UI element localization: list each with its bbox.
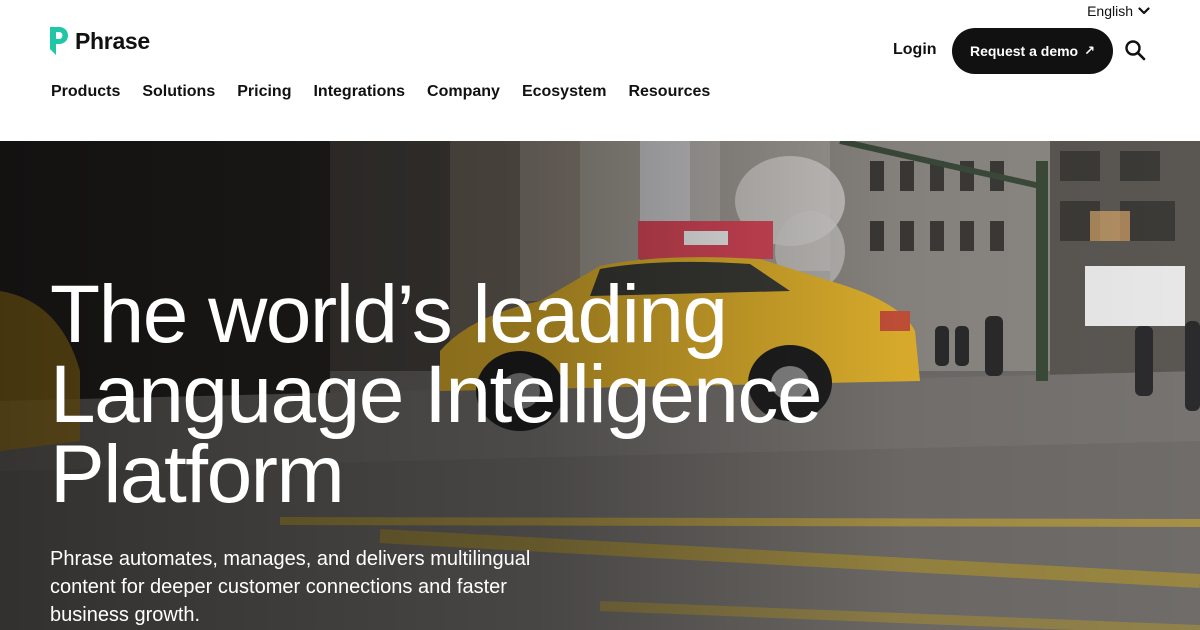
- logo-text: Phrase: [75, 27, 150, 54]
- language-label: English: [1087, 3, 1133, 19]
- phrase-logo[interactable]: Phrase: [50, 27, 150, 55]
- hero-title-line-3: Platform: [50, 429, 345, 520]
- hero-section: The world’s leading Language Intelligenc…: [0, 141, 1200, 630]
- nav-item-integrations[interactable]: Integrations: [313, 83, 405, 101]
- nav-item-company[interactable]: Company: [427, 83, 500, 101]
- nav-item-solutions[interactable]: Solutions: [142, 83, 215, 101]
- chevron-down-icon: [1138, 7, 1150, 15]
- site-header: English Phrase Products Solutions Pricin…: [0, 0, 1200, 141]
- language-selector[interactable]: English: [1087, 3, 1150, 19]
- nav-item-products[interactable]: Products: [51, 83, 120, 101]
- nav-item-pricing[interactable]: Pricing: [237, 83, 291, 101]
- external-arrow-icon: ↗: [1084, 43, 1096, 58]
- nav-item-ecosystem[interactable]: Ecosystem: [522, 83, 607, 101]
- request-demo-label: Request a demo: [969, 43, 1079, 59]
- nav-item-resources[interactable]: Resources: [628, 83, 710, 101]
- login-link[interactable]: Login: [893, 41, 937, 59]
- hero-title-line-2: Language Intelligence: [50, 349, 822, 440]
- hero-title: The world’s leading Language Intelligenc…: [50, 269, 950, 520]
- hero-title-line-1: The world’s leading: [50, 269, 728, 360]
- request-demo-button[interactable]: Request a demo ↗: [952, 28, 1113, 74]
- hero-subtitle: Phrase automates, manages, and delivers …: [50, 548, 531, 626]
- search-icon[interactable]: [1124, 39, 1146, 61]
- main-nav: Products Solutions Pricing Integrations …: [51, 83, 732, 101]
- phrase-logo-icon: [50, 27, 68, 55]
